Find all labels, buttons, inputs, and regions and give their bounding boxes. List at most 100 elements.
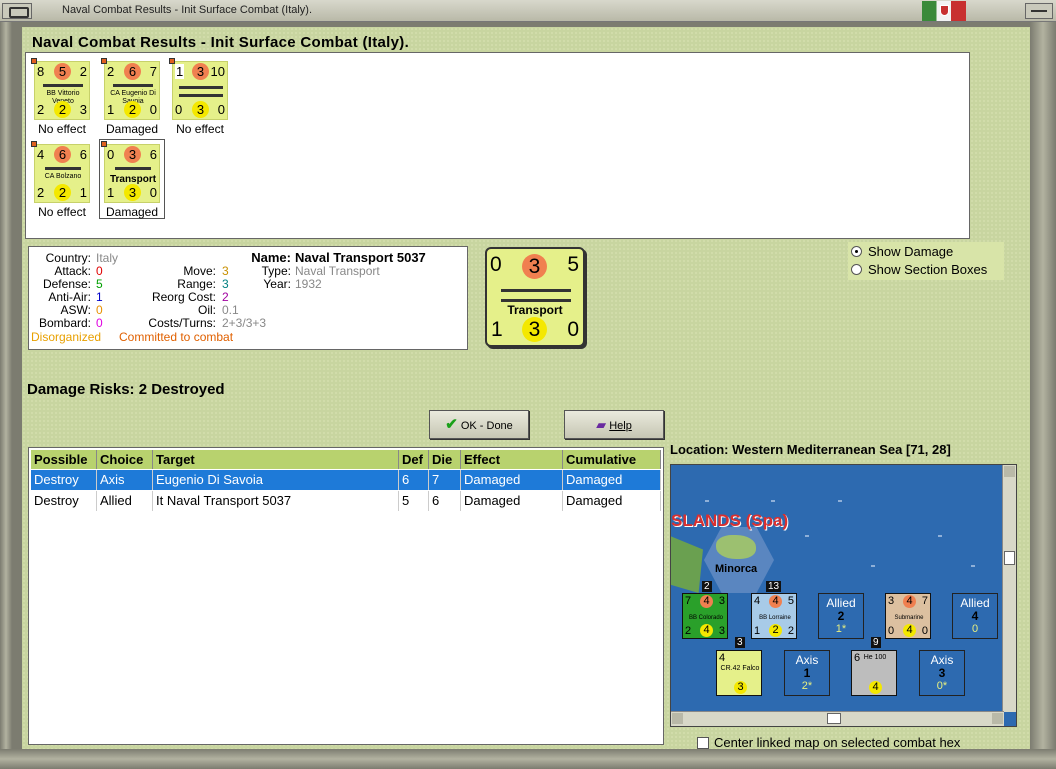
unit-counter[interactable]: 2 6 7 CA Eugenio Di Savoia 1 2 0 bbox=[101, 58, 160, 120]
cell-possible: Destroy bbox=[31, 470, 97, 490]
stat: 5 bbox=[787, 595, 794, 607]
unit-counter[interactable]: 0 3 6 Transport 1 3 0 bbox=[101, 141, 160, 203]
transport-ship-icon bbox=[501, 289, 571, 292]
col-cumulative[interactable]: Cumulative bbox=[563, 450, 661, 469]
selected-unit-counter: 0 3 5 Transport 1 3 0 bbox=[485, 247, 585, 347]
unit-stat: 0 bbox=[175, 102, 183, 117]
scroll-thumb[interactable] bbox=[827, 713, 841, 724]
window-title: Naval Combat Results - Init Surface Comb… bbox=[62, 4, 313, 16]
attack-value: 0 bbox=[107, 147, 115, 162]
table-row[interactable]: Destroy Allied It Naval Transport 5037 5… bbox=[31, 491, 661, 511]
italy-flag-icon bbox=[922, 1, 966, 21]
map-unit-counter[interactable]: 3 4 7 Submarine 0 4 0 bbox=[885, 593, 931, 639]
stat: 2 bbox=[685, 625, 692, 637]
transport-ship-icon bbox=[501, 299, 571, 302]
show-sections-radio[interactable] bbox=[851, 264, 862, 275]
unit-counter[interactable]: 4 6 6 CA Bolzano 2 2 1 bbox=[31, 141, 90, 203]
show-damage-label[interactable]: Show Damage bbox=[868, 244, 953, 259]
minimize-button[interactable] bbox=[1025, 3, 1053, 19]
attack-value: 8 bbox=[37, 64, 45, 79]
map-unit-counter[interactable]: 4 CR.42 Falco 3 bbox=[716, 650, 762, 696]
ok-done-label: OK - Done bbox=[460, 420, 513, 432]
stack-number: 4 bbox=[971, 609, 979, 623]
location-label: Location: Western Mediterranean Sea [71,… bbox=[670, 442, 951, 457]
stat: 4 bbox=[869, 681, 882, 694]
defense-value: 3 bbox=[522, 254, 547, 279]
help-button[interactable]: ▰ Help bbox=[564, 410, 664, 439]
col-effect[interactable]: Effect bbox=[461, 450, 563, 469]
move-value: 6 bbox=[149, 147, 157, 162]
dialog-body: Naval Combat Results - Init Surface Comb… bbox=[22, 27, 1030, 750]
cell-target: It Naval Transport 5037 bbox=[153, 491, 399, 511]
country-label: Country: bbox=[45, 251, 91, 265]
axis-stack-box[interactable]: Axis 3 0* bbox=[919, 650, 965, 696]
axis-stack-box[interactable]: Axis 1 2* bbox=[784, 650, 830, 696]
stat: 3 bbox=[734, 681, 747, 694]
center-map-checkbox[interactable] bbox=[697, 737, 709, 749]
status-committed: Committed to combat bbox=[119, 330, 234, 344]
col-target[interactable]: Target bbox=[153, 450, 399, 469]
damage-table: Possible Choice Target Def Die Effect Cu… bbox=[28, 447, 664, 745]
stack-extra: 0 bbox=[971, 623, 979, 635]
attack-value: 0 bbox=[96, 264, 103, 278]
stat: 7 bbox=[921, 595, 928, 607]
show-sections-label[interactable]: Show Section Boxes bbox=[868, 262, 987, 277]
cell-die: 7 bbox=[429, 470, 461, 490]
stat: 4 bbox=[700, 595, 713, 608]
move-label: Move: bbox=[183, 264, 216, 278]
scroll-up-icon[interactable] bbox=[1004, 466, 1015, 477]
attack-value: 4 bbox=[37, 147, 45, 162]
scroll-right-icon[interactable] bbox=[992, 713, 1003, 724]
costs-label: Costs/Turns: bbox=[148, 316, 216, 330]
unit-stat: 3 bbox=[522, 317, 547, 342]
unit-counter[interactable]: 1 3 10 0 3 0 bbox=[169, 58, 228, 120]
show-damage-radio[interactable] bbox=[851, 246, 862, 257]
unit-stat: 2 bbox=[124, 101, 141, 118]
scroll-thumb[interactable] bbox=[1004, 551, 1015, 565]
move-value: 6 bbox=[79, 147, 87, 162]
title-bar: Naval Combat Results - Init Surface Comb… bbox=[0, 0, 1056, 22]
unit-counter[interactable]: 8 5 2 BB Vittorio Veneto 2 2 3 bbox=[31, 58, 90, 120]
unit-stat: 2 bbox=[37, 185, 45, 200]
defense-value: 6 bbox=[54, 146, 71, 163]
stat: 1 bbox=[754, 625, 761, 637]
defense-value: 5 bbox=[54, 63, 71, 80]
ok-done-button[interactable]: ✔ OK - Done bbox=[429, 410, 529, 439]
transport-ship-icon bbox=[115, 167, 151, 170]
allied-stack-box[interactable]: Allied 4 0 bbox=[952, 593, 998, 639]
system-menu-button[interactable] bbox=[2, 3, 32, 19]
range-label: Range: bbox=[177, 277, 216, 291]
island-land bbox=[671, 535, 703, 593]
scroll-left-icon[interactable] bbox=[672, 713, 683, 724]
center-map-label[interactable]: Center linked map on selected combat hex bbox=[714, 735, 960, 750]
map-unit-counter[interactable]: 6 He 100 4 bbox=[851, 650, 897, 696]
status-disorganized: Disorganized bbox=[31, 330, 102, 344]
ship-icon bbox=[45, 167, 81, 170]
attack-value: 0 bbox=[490, 253, 502, 276]
oil-value: 0.1 bbox=[222, 303, 239, 317]
cell-def: 5 bbox=[399, 491, 429, 511]
window-frame-right bbox=[1030, 22, 1056, 769]
type-value: Naval Transport bbox=[295, 264, 380, 278]
allied-stack-box[interactable]: Allied 2 1* bbox=[818, 593, 864, 639]
attack-value: 1 bbox=[175, 64, 185, 79]
attack-value: 2 bbox=[107, 64, 115, 79]
col-choice[interactable]: Choice bbox=[97, 450, 153, 469]
damage-risks-text: Damage Risks: 2 Destroyed bbox=[27, 381, 225, 398]
stat: 4 bbox=[903, 595, 916, 608]
map-unit-counter[interactable]: 7 4 3 BB Colorado 2 4 3 bbox=[682, 593, 728, 639]
table-row[interactable]: Destroy Axis Eugenio Di Savoia 6 7 Damag… bbox=[31, 470, 661, 490]
stat: 2 bbox=[769, 624, 782, 637]
col-die[interactable]: Die bbox=[429, 450, 461, 469]
cell-cumulative: Damaged bbox=[563, 470, 661, 490]
country-value: Italy bbox=[96, 251, 119, 265]
col-def[interactable]: Def bbox=[399, 450, 429, 469]
map-vertical-scrollbar[interactable] bbox=[1002, 465, 1016, 712]
map-horizontal-scrollbar[interactable] bbox=[671, 711, 1004, 726]
minorca-land bbox=[716, 535, 756, 559]
stat: 0 bbox=[888, 625, 895, 637]
stat: 2 bbox=[787, 625, 794, 637]
map-unit-counter[interactable]: 4 4 5 BB Lorraine 1 2 2 bbox=[751, 593, 797, 639]
col-possible[interactable]: Possible bbox=[31, 450, 97, 469]
mini-map[interactable]: SLANDS (Spa) Minorca 2 7 4 3 BB Colorado… bbox=[670, 464, 1017, 727]
